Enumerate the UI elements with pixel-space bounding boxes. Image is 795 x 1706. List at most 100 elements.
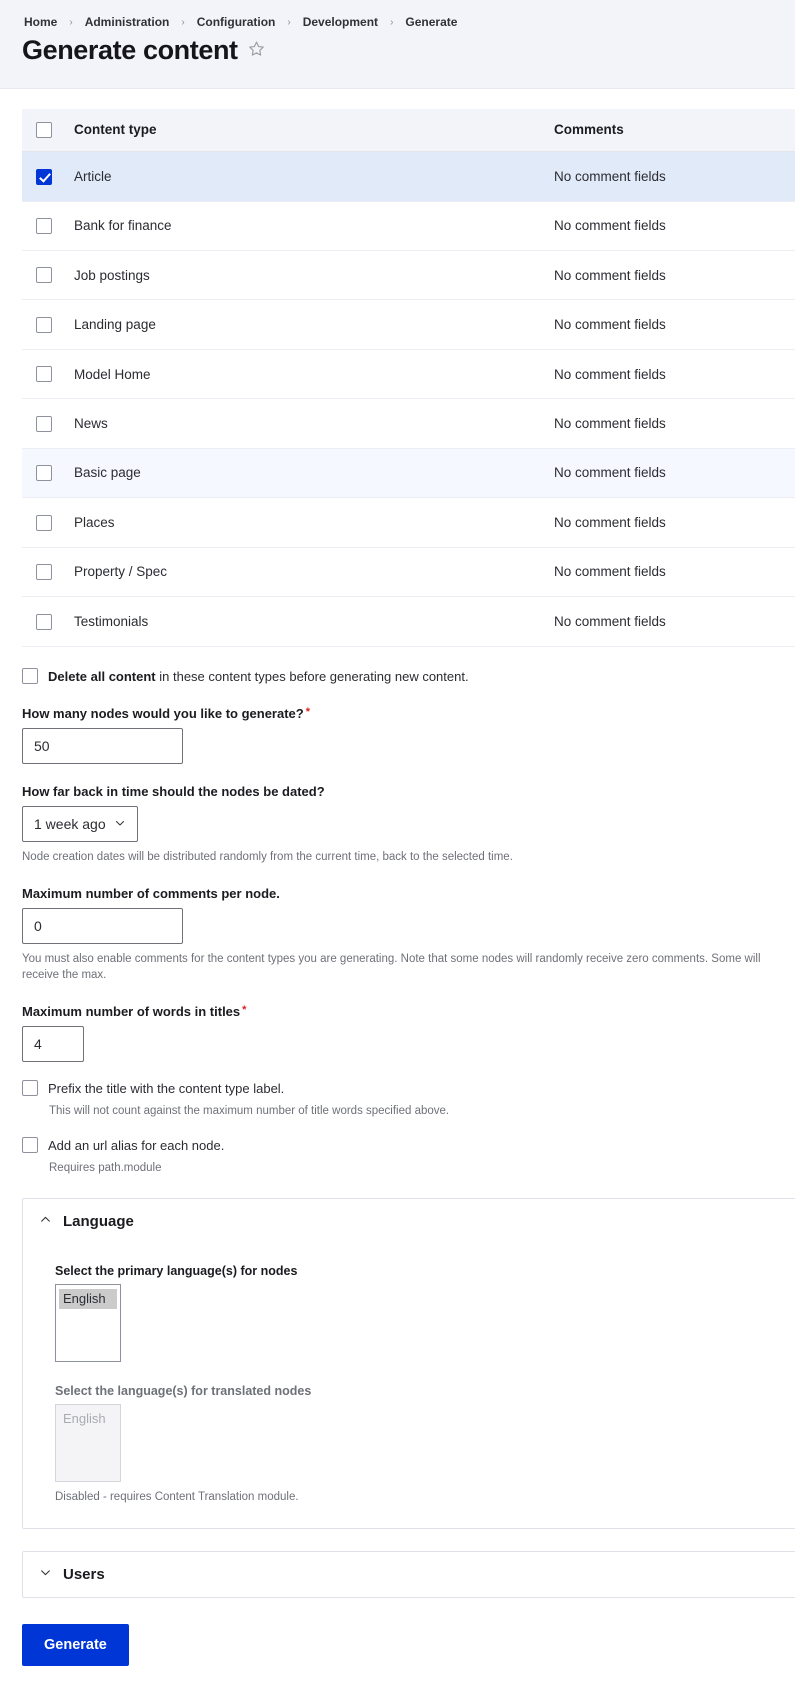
url-alias-checkbox[interactable] [22, 1137, 38, 1154]
content-type-table-wrapper: Content type Comments Article No comment … [0, 89, 795, 647]
url-alias-help: Requires path.module [49, 1161, 162, 1174]
row-checkbox-cell[interactable] [22, 398, 74, 449]
star-outline-icon[interactable] [248, 40, 265, 62]
row-checkbox[interactable] [36, 415, 52, 432]
primary-language-listbox[interactable]: English [55, 1284, 121, 1363]
field-nodes-count: How many nodes would you like to generat… [22, 706, 773, 764]
breadcrumb-item-home[interactable]: Home [22, 14, 59, 30]
primary-language-option[interactable]: English [59, 1289, 117, 1309]
breadcrumb-item-configuration[interactable]: Configuration [195, 14, 278, 30]
nodes-count-input[interactable] [22, 728, 183, 764]
page-title: Generate content [22, 35, 238, 65]
translated-language-option: English [63, 1411, 106, 1427]
row-content-type-name: Article [74, 151, 554, 202]
row-checkbox-cell[interactable] [22, 349, 74, 400]
table-row[interactable]: Testimonials No comment fields [22, 596, 795, 647]
row-checkbox-cell[interactable] [22, 151, 74, 202]
breadcrumb-separator-icon: › [181, 16, 185, 28]
row-checkbox-cell[interactable] [22, 250, 74, 301]
row-checkbox-cell[interactable] [22, 201, 74, 252]
row-checkbox-cell[interactable] [22, 299, 74, 350]
breadcrumb-item-generate[interactable]: Generate [403, 14, 459, 30]
table-row[interactable]: Property / Spec No comment fields [22, 547, 795, 598]
row-checkbox-cell[interactable] [22, 497, 74, 548]
row-content-type-name: Basic page [74, 448, 554, 499]
row-comments-value: No comment fields [554, 151, 795, 202]
prefix-title-help: This will not count against the maximum … [49, 1104, 450, 1117]
select-all-checkbox[interactable] [36, 122, 52, 139]
row-checkbox[interactable] [36, 514, 52, 531]
language-details-summary[interactable]: Language [23, 1199, 795, 1244]
delete-all-content-checkbox[interactable] [22, 667, 38, 684]
language-details: Language Select the primary language(s) … [22, 1198, 795, 1530]
field-url-alias: Add an url alias for each node. Requires… [22, 1136, 773, 1176]
translated-language-label: Select the language(s) for translated no… [55, 1384, 312, 1399]
generate-button[interactable]: Generate [22, 1624, 129, 1667]
row-checkbox-cell[interactable] [22, 596, 74, 647]
row-comments-value: No comment fields [554, 547, 795, 598]
users-details: Users [22, 1551, 795, 1599]
breadcrumb-separator-icon: › [69, 16, 73, 28]
table-row[interactable]: Bank for finance No comment fields [22, 201, 795, 252]
field-translated-language: Select the language(s) for translated no… [55, 1384, 786, 1506]
row-checkbox[interactable] [36, 613, 52, 630]
row-checkbox-cell[interactable] [22, 448, 74, 499]
prefix-title-checkbox[interactable] [22, 1080, 38, 1097]
form-actions: Generate [0, 1598, 795, 1667]
row-checkbox[interactable] [36, 218, 52, 234]
field-time-back: How far back in time should the nodes be… [22, 784, 773, 866]
row-comments-value: No comment fields [554, 201, 795, 252]
chevron-down-icon [39, 1566, 52, 1583]
url-alias-row[interactable]: Add an url alias for each node. [22, 1136, 773, 1156]
row-content-type-name: Testimonials [74, 596, 554, 647]
users-details-title: Users [63, 1566, 105, 1584]
field-prefix-title: Prefix the title with the content type l… [22, 1079, 773, 1119]
field-max-title-words: Maximum number of words in titles * [22, 1004, 773, 1063]
breadcrumb-item-development[interactable]: Development [301, 14, 380, 30]
row-checkbox[interactable] [36, 564, 52, 581]
field-primary-language: Select the primary language(s) for nodes… [55, 1264, 786, 1363]
max-title-words-input[interactable] [22, 1026, 84, 1063]
language-details-body: Select the primary language(s) for nodes… [23, 1244, 795, 1528]
row-checkbox[interactable] [36, 168, 52, 185]
table-row[interactable]: News No comment fields [22, 398, 795, 449]
prefix-title-row[interactable]: Prefix the title with the content type l… [22, 1079, 773, 1099]
generate-form: Delete all content in these content type… [0, 667, 795, 1177]
table-row[interactable]: Article No comment fields [22, 151, 795, 202]
row-checkbox[interactable] [36, 316, 52, 333]
column-header-comments: Comments [554, 108, 795, 153]
row-checkbox[interactable] [36, 366, 52, 383]
max-comments-input[interactable] [22, 907, 183, 944]
table-row[interactable]: Places No comment fields [22, 497, 795, 548]
row-content-type-name: Model Home [74, 349, 554, 400]
row-comments-value: No comment fields [554, 596, 795, 647]
delete-all-content-label-strong: Delete all content [48, 668, 156, 684]
page-title-row: Generate content [22, 35, 773, 66]
row-content-type-name: Bank for finance [74, 201, 554, 252]
row-comments-value: No comment fields [554, 299, 795, 350]
row-checkbox[interactable] [36, 465, 52, 482]
max-title-words-label: Maximum number of words in titles * [22, 1004, 773, 1019]
time-back-select[interactable]: 1 week ago [22, 806, 138, 842]
table-row[interactable]: Basic page No comment fields [22, 448, 795, 499]
breadcrumb: Home › Administration › Configuration › Develo… [22, 14, 773, 30]
column-header-content-type: Content type [74, 108, 554, 153]
max-title-words-required-marker: * [242, 1004, 247, 1017]
row-comments-value: No comment fields [554, 448, 795, 499]
breadcrumb-separator-icon: › [390, 16, 394, 28]
row-comments-value: No comment fields [554, 349, 795, 400]
nodes-count-required-marker: * [305, 706, 310, 718]
row-checkbox-cell[interactable] [22, 547, 74, 598]
time-back-selected-value: 1 week ago [34, 816, 106, 832]
breadcrumb-item-administration[interactable]: Administration [83, 14, 172, 30]
table-header-row: Content type Comments [22, 108, 795, 153]
table-row[interactable]: Landing page No comment fields [22, 299, 795, 350]
translated-language-listbox: English [55, 1404, 121, 1483]
delete-all-content-label-rest: in these content types before generating… [155, 668, 469, 684]
users-details-summary[interactable]: Users [23, 1552, 795, 1597]
table-row[interactable]: Model Home No comment fields [22, 349, 795, 400]
delete-all-content-row[interactable]: Delete all content in these content type… [22, 667, 773, 687]
row-checkbox[interactable] [36, 267, 52, 284]
table-row[interactable]: Job postings No comment fields [22, 250, 795, 301]
breadcrumb-separator-icon: › [287, 16, 291, 28]
